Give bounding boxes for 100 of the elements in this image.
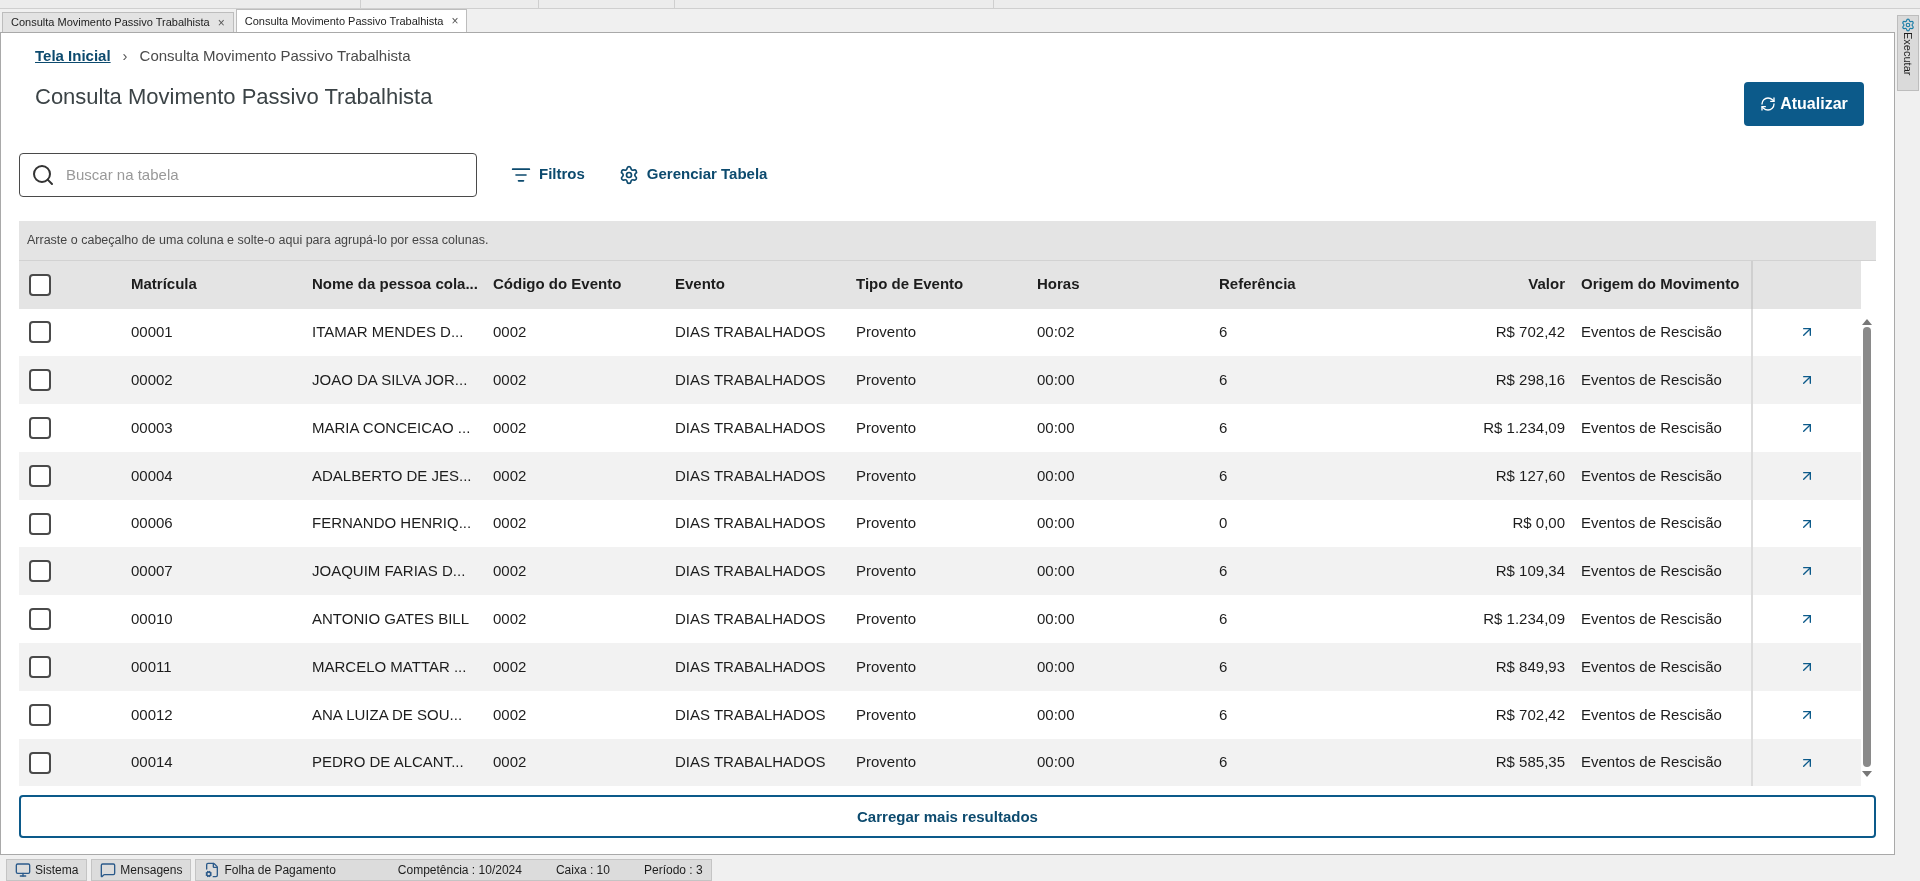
- message-icon: [100, 862, 117, 878]
- group-hint: Arraste o cabeçalho de uma coluna e solte-o aqui para agrupá-lo por essa colunas.: [27, 231, 489, 249]
- checkbox[interactable]: [29, 321, 51, 344]
- table-row[interactable]: 00011 MARCELO MATTAR ... 0002 DIAS TRABALHADOS Provento 00:00 6 R$ 849,93 Eventos de Rescisão: [19, 643, 1861, 691]
- table-cell: 0002: [493, 705, 527, 723]
- manage-table-button[interactable]: Gerenciar Tabela: [618, 163, 768, 186]
- table-cell: DIAS TRABALHADOS: [675, 657, 826, 675]
- document-tab[interactable]: Consulta Movimento Passivo Trabalhista ×: [235, 9, 468, 32]
- refresh-button[interactable]: Atualizar: [1744, 81, 1864, 126]
- refresh-icon: [1760, 95, 1777, 112]
- table-row[interactable]: 00004 ADALBERTO DE JES... 0002 DIAS TRABALHADOS Provento 00:00 6 R$ 127,60 Eventos de Rescisão: [19, 451, 1861, 500]
- table-cell: Provento: [856, 323, 917, 341]
- table-cell-text: Eventos de Rescisão: [1581, 704, 1722, 725]
- table-cell: DIAS TRABALHADOS: [675, 323, 826, 341]
- table-cell: 6: [1219, 562, 1228, 580]
- table-row[interactable]: 00014 PEDRO DE ALCANT... 0002 DIAS TRABALHADOS Provento 00:00 6 R$ 585,35 Eventos de Rescisão: [19, 738, 1861, 787]
- table-cell-text: Eventos de Rescisão: [1581, 369, 1722, 390]
- table-cell: 00:00: [1037, 418, 1075, 436]
- column-header[interactable]: Origem do Movimento: [1581, 273, 1740, 296]
- table-cell: ANTONIO GATES BILL: [312, 609, 469, 627]
- column-header[interactable]: Código do Evento: [493, 275, 622, 293]
- checkbox[interactable]: [29, 560, 51, 583]
- checkbox[interactable]: [29, 751, 51, 774]
- table-cell: 6: [1219, 609, 1228, 627]
- table-cell: 0002: [493, 466, 527, 484]
- table-cell: 0002: [493, 609, 527, 627]
- checkbox[interactable]: [29, 417, 51, 439]
- table-cell-text: Eventos de Rescisão: [1581, 513, 1722, 534]
- table-cell: ADALBERTO DE JES...: [312, 466, 472, 484]
- table-cell: R$ 702,42: [1495, 323, 1565, 341]
- filters-button[interactable]: Filtros: [511, 163, 585, 186]
- table-cell: DIAS TRABALHADOS: [675, 705, 826, 723]
- status-bar-tab[interactable]: Mensagens: [91, 859, 192, 881]
- status-bar-tab[interactable]: Sistema: [6, 859, 88, 881]
- table-cell: PEDRO DE ALCANT...: [312, 753, 464, 771]
- table-cell: Provento: [856, 705, 917, 723]
- table-cell: R$ 298,16: [1495, 370, 1565, 388]
- table-cell: 6: [1219, 466, 1228, 484]
- table-cell: ANA LUIZA DE SOU...: [312, 705, 463, 723]
- scrollbar-thumb[interactable]: [1863, 326, 1871, 767]
- checkbox[interactable]: [29, 369, 51, 392]
- column-header[interactable]: Horas: [1037, 275, 1080, 293]
- checkbox[interactable]: [29, 655, 51, 678]
- column-header[interactable]: Evento: [675, 275, 725, 293]
- settings-icon: [618, 164, 639, 185]
- table-cell: 00012: [131, 705, 173, 723]
- table-cell: 6: [1219, 753, 1228, 771]
- table-cell: R$ 109,34: [1495, 562, 1565, 580]
- table-cell: 00:00: [1037, 370, 1075, 388]
- side-panel-tab[interactable]: Executar: [1897, 15, 1919, 91]
- table-cell: 0: [1219, 514, 1228, 532]
- table-cell-text: Eventos de Rescisão: [1581, 752, 1722, 773]
- table-cell: FERNANDO HENRIQ...: [312, 514, 472, 532]
- search-field[interactable]: Buscar na tabela: [19, 152, 477, 197]
- checkbox[interactable]: [29, 273, 51, 296]
- table-cell: Provento: [856, 609, 917, 627]
- checkbox[interactable]: [29, 512, 51, 535]
- search-icon: [31, 162, 55, 187]
- table-cell: 0002: [493, 514, 527, 532]
- table-cell: 00006: [131, 514, 173, 532]
- table-cell: 0002: [493, 323, 527, 341]
- table-cell: Provento: [856, 466, 917, 484]
- close-tab-button[interactable]: ×: [451, 12, 459, 30]
- table-row[interactable]: 00002 JOAO DA SILVA JOR... 0002 DIAS TRABALHADOS Provento 00:00 6 R$ 298,16 Eventos de Rescisão: [19, 356, 1861, 405]
- table-cell: R$ 585,35: [1495, 753, 1565, 771]
- table-cell: Provento: [856, 370, 917, 388]
- table-cell: JOAO DA SILVA JOR...: [312, 370, 468, 388]
- table-cell: 6: [1219, 323, 1228, 341]
- table-cell: Provento: [856, 418, 917, 436]
- table-cell: 00011: [131, 657, 172, 675]
- document-icon: [204, 862, 221, 878]
- table-row[interactable]: 00007 JOAQUIM FARIAS D... 0002 DIAS TRABALHADOS Provento 00:00 6 R$ 109,34 Eventos de Rescisão: [19, 547, 1861, 596]
- monitor-icon: [15, 862, 31, 878]
- column-header[interactable]: Referência: [1219, 275, 1296, 293]
- column-header[interactable]: Tipo de Evento: [856, 275, 964, 293]
- table-cell: 00010: [131, 609, 173, 627]
- column-header[interactable]: Valor: [1528, 275, 1565, 293]
- scroll-down-arrow[interactable]: [1862, 770, 1872, 777]
- table-cell: 00:02: [1037, 323, 1075, 341]
- load-more-button[interactable]: Carregar mais resultados: [19, 795, 1876, 839]
- checkbox[interactable]: [29, 608, 51, 631]
- table-cell: 00007: [131, 562, 173, 580]
- checkbox[interactable]: [29, 464, 51, 487]
- table-cell: 00:00: [1037, 657, 1075, 675]
- column-header[interactable]: Nome da pessoa cola...: [312, 275, 478, 293]
- close-tab-button[interactable]: ×: [217, 13, 225, 32]
- table-cell: R$ 0,00: [1512, 514, 1565, 532]
- table-cell: R$ 849,93: [1495, 657, 1565, 675]
- table-cell: 0002: [493, 562, 527, 580]
- page-title: Consulta Movimento Passivo Trabalhista: [35, 82, 433, 111]
- table-cell: 0002: [493, 370, 527, 388]
- table-cell: ITAMAR MENDES D...: [312, 323, 464, 341]
- status-bar-tab[interactable]: Folha de Pagamento Competência : 10/2024 Caixa : 10 Período : 3: [195, 859, 712, 881]
- table-cell: 6: [1219, 657, 1228, 675]
- table-cell: 0002: [493, 753, 527, 771]
- column-header[interactable]: Matrícula: [131, 275, 197, 293]
- breadcrumb-link[interactable]: Tela Inicial: [35, 45, 111, 68]
- table-cell: DIAS TRABALHADOS: [675, 370, 826, 388]
- document-tab[interactable]: Consulta Movimento Passivo Trabalhista ×: [2, 12, 234, 32]
- checkbox[interactable]: [29, 703, 51, 726]
